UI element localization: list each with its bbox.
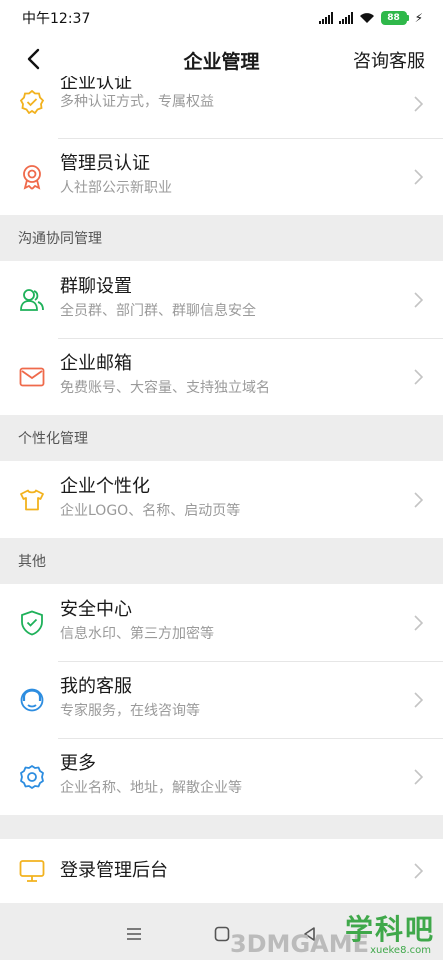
item-subtitle: 信息水印、第三方加密等	[60, 626, 214, 642]
signal-4g-icon	[338, 12, 353, 24]
section-label-other: 其他	[0, 538, 443, 584]
group-chat-settings-item[interactable]: 群聊设置 全员群、部门群、群聊信息安全	[0, 261, 443, 338]
more-item[interactable]: 更多 企业名称、地址，解散企业等	[0, 738, 443, 815]
signal-icon	[318, 12, 333, 24]
chevron-right-icon	[414, 96, 423, 112]
enterprise-mail-item[interactable]: 企业邮箱 免费账号、大容量、支持独立域名	[0, 338, 443, 415]
chevron-right-icon	[414, 168, 423, 185]
item-title: 企业个性化	[60, 476, 150, 497]
wifi-icon	[359, 13, 374, 23]
chevron-right-icon	[414, 768, 423, 785]
battery-icon: 88	[380, 11, 409, 25]
my-service-item[interactable]: 我的客服 专家服务，在线咨询等	[0, 661, 443, 738]
other-group: 安全中心 信息水印、第三方加密等 我的客服 专家服务，在线咨询等 更多 企业名称…	[0, 584, 443, 815]
headset-icon	[18, 686, 46, 714]
enterprise-verify-item[interactable]: 企业认证 多种认证方式，专属权益	[0, 76, 443, 138]
item-title: 管理员认证	[60, 153, 150, 174]
chevron-right-icon	[414, 614, 423, 631]
admin-console-group: 登录管理后台	[0, 839, 443, 903]
monitor-icon	[18, 857, 46, 885]
personalization-group: 企业个性化 企业LOGO、名称、启动页等	[0, 461, 443, 538]
item-subtitle: 专家服务，在线咨询等	[60, 703, 200, 719]
verified-badge-icon	[18, 88, 46, 116]
status-bar: 中午12:37 88 ⚡	[0, 0, 443, 36]
collab-group: 群聊设置 全员群、部门群、群聊信息安全 企业邮箱 免费账号、大容量、支持独立域名	[0, 261, 443, 415]
item-subtitle: 多种认证方式，专属权益	[60, 94, 214, 110]
item-subtitle: 企业名称、地址，解散企业等	[60, 780, 242, 796]
item-subtitle: 人社部公示新职业	[60, 180, 172, 196]
item-title: 登录管理后台	[60, 860, 168, 881]
security-center-item[interactable]: 安全中心 信息水印、第三方加密等	[0, 584, 443, 661]
status-icons: 88 ⚡	[318, 11, 423, 25]
item-subtitle: 免费账号、大容量、支持独立域名	[60, 380, 270, 396]
watermark-text: 学科吧	[344, 913, 435, 946]
section-spacer	[0, 815, 443, 839]
settings-list: 企业认证 多种认证方式，专属权益 管理员认证 人社部公示新职业 沟通协同管理 群…	[0, 76, 443, 903]
watermark: 3DMGAME 学科吧 xueke8.com	[230, 908, 437, 960]
chevron-right-icon	[414, 691, 423, 708]
mail-icon	[18, 363, 46, 391]
item-title: 我的客服	[60, 676, 132, 697]
chevron-right-icon	[414, 491, 423, 508]
item-title: 企业认证	[60, 76, 132, 90]
enterprise-personalize-item[interactable]: 企业个性化 企业LOGO、名称、启动页等	[0, 461, 443, 538]
gear-icon	[18, 763, 46, 791]
status-time: 中午12:37	[22, 11, 91, 27]
admin-console-login-item[interactable]: 登录管理后台	[0, 839, 443, 903]
item-title: 安全中心	[60, 599, 132, 620]
group-chat-icon	[18, 286, 46, 314]
section-label-collab: 沟通协同管理	[0, 215, 443, 261]
watermark-url: xueke8.com	[370, 945, 431, 956]
item-subtitle: 企业LOGO、名称、启动页等	[60, 503, 241, 519]
shield-icon	[18, 609, 46, 637]
consult-service-button[interactable]: 咨询客服	[353, 47, 425, 73]
battery-level: 88	[380, 11, 407, 25]
item-title: 更多	[60, 753, 96, 774]
item-title: 群聊设置	[60, 276, 132, 297]
section-label-personalization: 个性化管理	[0, 415, 443, 461]
charging-icon: ⚡	[414, 11, 423, 25]
chevron-right-icon	[414, 863, 423, 879]
item-title: 企业邮箱	[60, 353, 132, 374]
chevron-right-icon	[414, 368, 423, 385]
tshirt-icon	[18, 486, 46, 514]
auth-group: 企业认证 多种认证方式，专属权益 管理员认证 人社部公示新职业	[0, 76, 443, 215]
menu-icon[interactable]	[122, 922, 146, 946]
admin-verify-item[interactable]: 管理员认证 人社部公示新职业	[0, 138, 443, 215]
medal-icon	[18, 163, 46, 191]
chevron-right-icon	[414, 291, 423, 308]
item-subtitle: 全员群、部门群、群聊信息安全	[60, 303, 256, 319]
